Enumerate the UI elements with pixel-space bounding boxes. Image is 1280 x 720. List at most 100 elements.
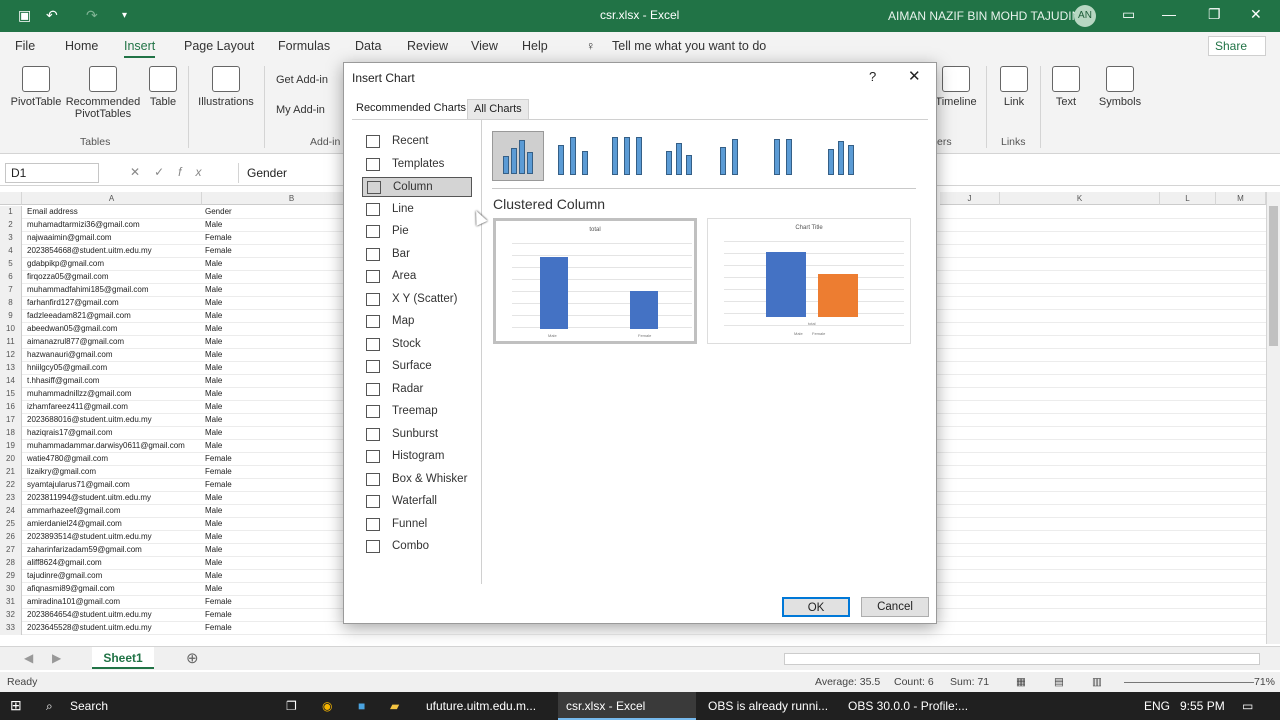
cell-email[interactable]: 2023854668@student.uitm.edu.my: [27, 245, 152, 257]
avatar[interactable]: AN: [1074, 5, 1096, 27]
status-count[interactable]: Count: 6: [894, 676, 934, 688]
row-number[interactable]: 31: [0, 596, 22, 609]
chart-category-waterfall[interactable]: Waterfall: [362, 492, 472, 512]
column-header[interactable]: L: [1160, 192, 1216, 205]
task-obs[interactable]: OBS 30.0.0 - Profile:...: [840, 692, 980, 720]
chart-category-combo[interactable]: Combo: [362, 537, 472, 557]
row-number[interactable]: 8: [0, 297, 22, 310]
cell-email[interactable]: watie4780@gmail.com: [27, 453, 108, 465]
cell-email[interactable]: lizaikry@gmail.com: [27, 466, 96, 478]
help-icon[interactable]: ?: [869, 69, 876, 84]
cell-email[interactable]: muhamadtarmizi36@gmail.com: [27, 219, 140, 231]
row-number[interactable]: 11: [0, 336, 22, 349]
menu-file[interactable]: File: [15, 39, 35, 53]
status-sum[interactable]: Sum: 71: [950, 676, 989, 688]
cell-gender[interactable]: Male: [205, 349, 222, 361]
3d-stacked-column-icon[interactable]: [708, 131, 760, 181]
row-number[interactable]: 27: [0, 544, 22, 557]
cell-email[interactable]: tajudinre@gmail.com: [27, 570, 102, 582]
save-icon[interactable]: ▣: [18, 7, 31, 24]
cell-email[interactable]: izhamfareez411@gmail.com: [27, 401, 128, 413]
chart-category-pie[interactable]: Pie: [362, 222, 472, 242]
redo-icon[interactable]: ↷: [86, 7, 98, 24]
row-number[interactable]: 2: [0, 219, 22, 232]
chart-category-map[interactable]: Map: [362, 312, 472, 332]
close-window-icon[interactable]: ✕: [1250, 6, 1262, 23]
minimize-icon[interactable]: —: [1162, 6, 1176, 22]
row-number[interactable]: 26: [0, 531, 22, 544]
cell-gender[interactable]: Male: [205, 557, 222, 569]
cell-gender[interactable]: Male: [205, 323, 222, 335]
text-button[interactable]: Text: [1048, 66, 1084, 108]
cell-email[interactable]: aliff8624@gmail.com: [27, 557, 102, 569]
row-number[interactable]: 32: [0, 609, 22, 622]
timeline-button[interactable]: Timeline: [934, 66, 978, 108]
fx-icon[interactable]: fx: [178, 165, 215, 179]
menu-page-layout[interactable]: Page Layout: [184, 39, 254, 53]
cell-email[interactable]: amiradina101@gmail.com: [27, 596, 120, 608]
search-icon[interactable]: ⌕: [46, 699, 53, 714]
enter-icon[interactable]: ✓: [154, 165, 178, 179]
row-number[interactable]: 20: [0, 453, 22, 466]
share-button[interactable]: Share: [1208, 36, 1266, 56]
table-button[interactable]: Table: [146, 66, 180, 108]
chart-category-column[interactable]: Column: [362, 177, 472, 197]
cell-email[interactable]: syamtajularus71@gmail.com: [27, 479, 130, 491]
row-number[interactable]: 6: [0, 271, 22, 284]
taskbar-search[interactable]: Search: [70, 699, 108, 713]
cell-email[interactable]: Email address: [27, 206, 78, 218]
chart-category-sunburst[interactable]: Sunburst: [362, 425, 472, 445]
chart-preview-2[interactable]: Chart Title Male Female total: [707, 218, 911, 344]
row-number[interactable]: 3: [0, 232, 22, 245]
menu-insert[interactable]: Insert: [124, 39, 156, 58]
cell-gender[interactable]: Male: [205, 518, 222, 530]
cell-gender[interactable]: Male: [205, 544, 222, 556]
zoom-slider[interactable]: [1124, 682, 1254, 683]
cell-email[interactable]: hniilgcy05@gmail.com: [27, 362, 107, 374]
cell-gender[interactable]: Gender: [205, 206, 232, 218]
store-icon[interactable]: ■: [358, 699, 365, 713]
chart-category-area[interactable]: Area: [362, 267, 472, 287]
cell-email[interactable]: firqozza05@gmail.com: [27, 271, 108, 283]
cell-gender[interactable]: Female: [205, 466, 232, 478]
cell-email[interactable]: 2023864654@student.uitm.edu.my: [27, 609, 152, 621]
recommended-pivottables-button[interactable]: Recommended PivotTables: [64, 66, 142, 120]
cell-gender[interactable]: Female: [205, 453, 232, 465]
row-number[interactable]: 30: [0, 583, 22, 596]
cell-email[interactable]: aimanazrul877@gmail.com: [27, 336, 124, 348]
cell-gender[interactable]: Female: [205, 479, 232, 491]
row-number[interactable]: 10: [0, 323, 22, 336]
page-break-icon[interactable]: ▥: [1092, 676, 1102, 688]
cell-gender[interactable]: Male: [205, 375, 222, 387]
cell-email[interactable]: ammarhazeef@gmail.com: [27, 505, 120, 517]
cell-gender[interactable]: Female: [205, 622, 232, 634]
menu-review[interactable]: Review: [407, 39, 448, 53]
cancel-icon[interactable]: ✕: [130, 165, 154, 179]
task-chrome[interactable]: ufuture.uitm.edu.m...: [418, 692, 554, 720]
cell-gender[interactable]: Male: [205, 310, 222, 322]
row-number[interactable]: 9: [0, 310, 22, 323]
chart-category-stock[interactable]: Stock: [362, 335, 472, 355]
scroll-thumb[interactable]: [1269, 206, 1278, 346]
cell-gender[interactable]: Male: [205, 583, 222, 595]
row-number[interactable]: 5: [0, 258, 22, 271]
cell-email[interactable]: 2023893514@student.uitm.edu.my: [27, 531, 152, 543]
chart-category-treemap[interactable]: Treemap: [362, 402, 472, 422]
cell-gender[interactable]: Male: [205, 297, 222, 309]
row-number[interactable]: 1: [0, 206, 22, 219]
tell-me-search[interactable]: Tell me what you want to do: [612, 39, 766, 53]
chart-preview-1[interactable]: total Male Female: [493, 218, 697, 344]
cell-email[interactable]: farhanfird127@gmail.com: [27, 297, 119, 309]
row-number[interactable]: 25: [0, 518, 22, 531]
column-header[interactable]: J: [940, 192, 1000, 205]
customize-qat-icon[interactable]: ▾: [122, 10, 127, 21]
notifications-icon[interactable]: ▭: [1242, 699, 1253, 713]
3d-clustered-column-icon[interactable]: [654, 131, 706, 181]
sheet-tab[interactable]: Sheet1: [92, 647, 154, 669]
row-number[interactable]: 16: [0, 401, 22, 414]
row-number[interactable]: 28: [0, 557, 22, 570]
row-number[interactable]: 18: [0, 427, 22, 440]
chart-category-x-y-scatter[interactable]: X Y (Scatter): [362, 290, 472, 310]
vertical-scrollbar[interactable]: [1266, 192, 1280, 644]
tab-recommended-charts[interactable]: Recommended Charts: [350, 99, 472, 119]
